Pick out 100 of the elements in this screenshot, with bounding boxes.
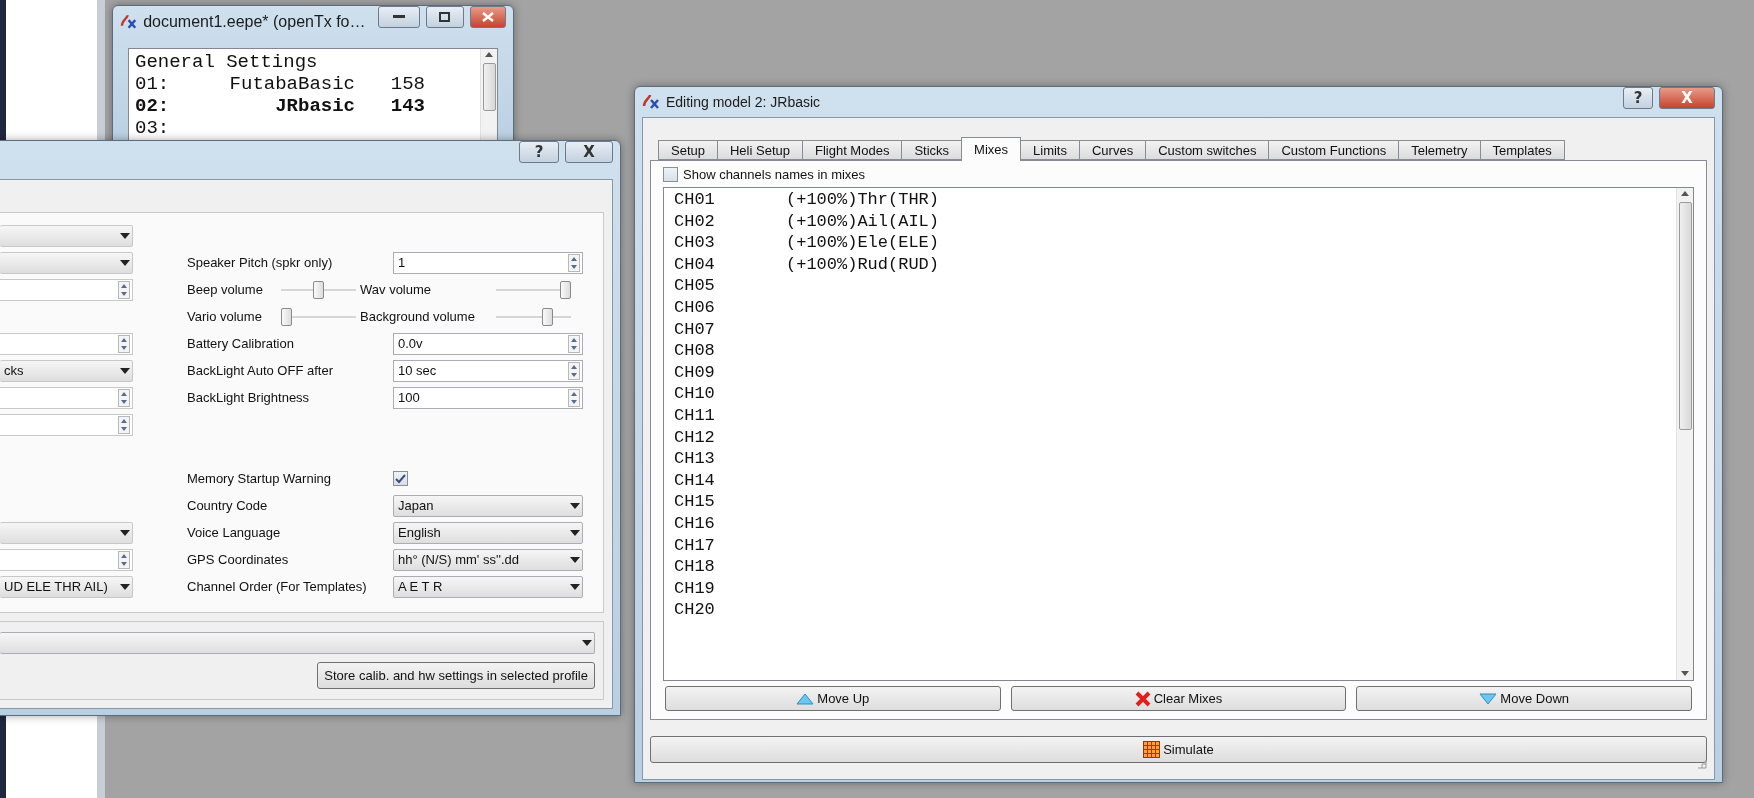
maximize-icon — [439, 12, 451, 22]
move-up-button[interactable]: Move Up — [665, 686, 1001, 711]
app-logo-icon — [120, 14, 138, 30]
profile-dropdown[interactable] — [0, 632, 595, 654]
scroll-up-icon[interactable] — [1681, 191, 1689, 196]
tab[interactable]: Curves — [1078, 140, 1147, 160]
tab[interactable]: Limits — [1020, 140, 1080, 160]
spin-arrows-icon[interactable] — [568, 253, 580, 272]
mix-line[interactable]: (+100%)Thr(THR) — [786, 189, 1666, 211]
tab[interactable]: Templates — [1479, 140, 1565, 160]
tab[interactable]: Custom switches — [1145, 140, 1270, 160]
spin-field[interactable]: 1 — [393, 251, 583, 274]
close-button[interactable] — [469, 6, 506, 28]
channel-label: CH19 — [674, 577, 716, 600]
caret-icon — [120, 232, 130, 239]
tab[interactable]: Mixes — [961, 137, 1021, 161]
help-button[interactable]: ? — [1623, 87, 1653, 109]
dropdown[interactable]: A E T R — [393, 575, 583, 598]
help-button[interactable]: ? — [519, 141, 559, 163]
spin-field[interactable] — [0, 332, 133, 355]
slider[interactable] — [496, 279, 571, 300]
spin-arrows-icon[interactable] — [118, 334, 130, 353]
dropdown[interactable]: hh° (N/S) mm' ss''.dd — [393, 548, 583, 571]
caret-icon — [570, 583, 580, 590]
grid-icon — [1143, 741, 1161, 758]
scroll-down-icon[interactable] — [1681, 671, 1689, 676]
field-label: Memory Startup Warning — [187, 471, 332, 486]
dropdown[interactable]: Japan — [393, 494, 583, 517]
slider-label: Beep volume — [187, 282, 264, 297]
field-label: Channel Order (For Templates) — [187, 579, 368, 594]
tab[interactable]: Setup — [658, 140, 718, 160]
cross-icon — [1134, 690, 1151, 707]
spin-arrows-icon[interactable] — [118, 550, 130, 569]
dropdown[interactable]: cks — [0, 359, 133, 382]
tab[interactable]: Telemetry — [1398, 140, 1481, 160]
caret-icon — [120, 259, 130, 266]
model-row[interactable]: 02: JRbasic 143 — [135, 95, 474, 117]
scrollbar[interactable] — [1676, 188, 1693, 680]
slider-label: Vario volume — [187, 309, 263, 324]
up-triangle-icon — [796, 692, 815, 705]
store-button[interactable]: Store calib. and hw settings in selected profile — [317, 662, 595, 689]
spin-arrows-icon[interactable] — [568, 361, 580, 380]
spin-field[interactable] — [0, 548, 133, 571]
slider[interactable] — [496, 306, 571, 327]
spin-field[interactable]: 0.0v — [393, 332, 583, 355]
field-label: Speaker Pitch (spkr only) — [187, 255, 334, 270]
channel-label: CH07 — [674, 318, 716, 341]
spin-arrows-icon[interactable] — [118, 280, 130, 299]
channel-label: CH14 — [674, 469, 716, 492]
spin-arrows-icon[interactable] — [568, 334, 580, 353]
caret-icon — [120, 583, 130, 590]
spin-arrows-icon[interactable] — [118, 415, 130, 434]
slider-thumb[interactable] — [542, 307, 554, 326]
checkbox[interactable] — [663, 167, 678, 182]
slider-thumb[interactable] — [313, 280, 324, 299]
mix-line[interactable]: (+100%)Rud(RUD) — [786, 253, 1666, 276]
channel-label: CH01 — [674, 189, 716, 211]
tab[interactable]: Heli Setup — [717, 140, 803, 160]
field-label: Country Code — [187, 498, 269, 513]
channel-label: CH15 — [674, 491, 716, 513]
model-row[interactable]: 01: FutabaBasic 158 — [135, 73, 474, 95]
channel-label: CH16 — [674, 512, 716, 535]
resize-grip-icon — [1697, 759, 1707, 769]
dropdown[interactable]: UD ELE THR AIL) — [0, 575, 133, 598]
caret-icon — [582, 640, 592, 646]
spin-field[interactable] — [0, 386, 133, 409]
slider-label: Background volume — [360, 309, 476, 324]
slider[interactable] — [281, 306, 356, 327]
spin-field[interactable]: 10 sec — [393, 359, 583, 382]
move-down-button[interactable]: Move Down — [1356, 686, 1692, 711]
spin-field[interactable] — [0, 413, 133, 436]
clear-mixes-button[interactable]: Clear Mixes — [1010, 686, 1347, 711]
spin-field[interactable]: 100 — [393, 386, 583, 409]
dropdown[interactable]: English — [393, 521, 583, 544]
channel-label: CH10 — [674, 383, 716, 405]
mix-line[interactable]: (+100%)Ail(AIL) — [786, 210, 1666, 233]
mix-line[interactable]: (+100%)Ele(ELE) — [786, 232, 1666, 254]
slider-thumb[interactable] — [560, 280, 571, 299]
caret-icon — [570, 556, 580, 563]
model-row[interactable]: 03: — [135, 117, 474, 139]
tab[interactable]: Custom Functions — [1268, 140, 1400, 160]
channel-label: CH12 — [674, 426, 716, 449]
spin-arrows-icon[interactable] — [118, 388, 130, 407]
slider[interactable] — [281, 279, 356, 300]
spin-arrows-icon[interactable] — [568, 388, 580, 407]
tab[interactable]: Flight Modes — [801, 140, 903, 160]
maximize-button[interactable] — [425, 6, 464, 28]
channel-label: CH13 — [674, 448, 716, 470]
simulate-button[interactable]: Simulate — [650, 736, 1707, 763]
tab[interactable]: Sticks — [901, 140, 963, 160]
caret-icon — [570, 502, 580, 509]
channel-label: CH08 — [674, 340, 716, 362]
list-header: General Settings — [135, 51, 318, 73]
spin-field[interactable] — [0, 278, 133, 301]
channel-label: CH03 — [674, 232, 716, 254]
checkbox[interactable] — [393, 471, 408, 486]
scroll-up-icon[interactable] — [485, 52, 493, 57]
minimize-button[interactable] — [377, 6, 420, 28]
close-button[interactable]: X — [565, 141, 613, 163]
slider-thumb[interactable] — [281, 307, 292, 326]
